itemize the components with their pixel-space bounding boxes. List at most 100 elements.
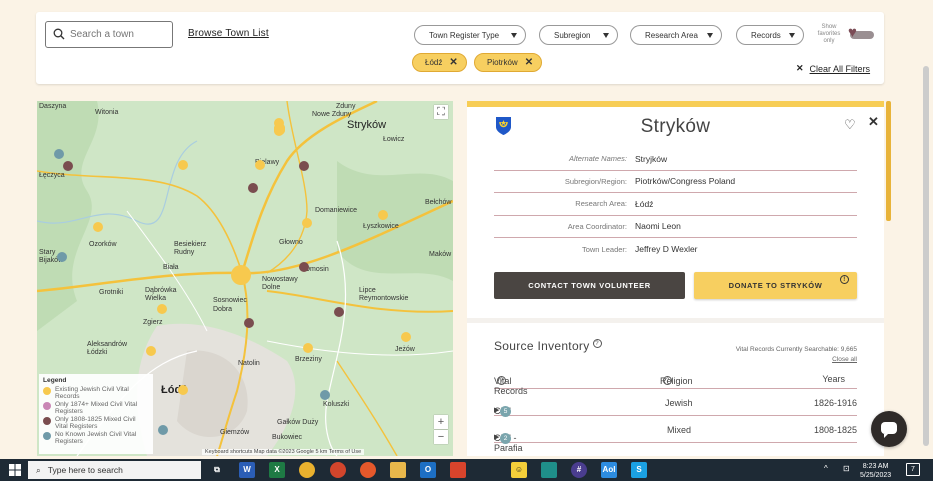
filter-label: Town Register Type [429,30,500,40]
map-town-label: Koluszki [323,401,350,408]
map-marker[interactable] [146,346,156,356]
slack-icon[interactable]: # [571,462,587,478]
chip-label: Łódź [425,58,443,67]
file-explorer-icon[interactable] [390,462,406,478]
fullscreen-button[interactable]: ⛶ [434,105,448,119]
app-icon[interactable] [541,462,557,478]
searchable-count: Vital Records Currently Searchable: 9,66… [735,346,857,353]
notification-icon[interactable]: 7 [906,463,920,476]
map-marker[interactable] [255,160,265,170]
zoom-out-button[interactable]: − [434,430,448,444]
skype-icon[interactable]: S [631,462,647,478]
outlook-icon[interactable]: O [420,462,436,478]
map-marker[interactable] [93,222,103,232]
map-marker[interactable] [54,149,64,159]
info-icon[interactable]: ! [840,275,849,284]
map-marker[interactable] [57,252,67,262]
contact-town-volunteer-button[interactable]: CONTACT TOWN VOLUNTEER [494,272,685,299]
map-marker[interactable] [378,210,388,220]
page-scrollbar[interactable] [923,66,929,446]
info-value: Jeffrey D Wexler [635,244,698,255]
active-filter-chip[interactable]: Łódź ✕ [412,53,467,72]
source-inventory-heading: Source Inventory? [494,339,602,353]
clock-time: 8:23 AM [862,463,889,470]
inventory-row[interactable]: ▶Civil5 Jewish 1826-1916 [494,390,857,417]
taskbar-search[interactable]: ⌕ Type here to search [28,461,201,479]
map-attribution: Keyboard shortcuts Map data ©2023 Google… [202,449,365,455]
chevron-up-icon[interactable]: ^ [824,464,828,473]
favorites-toggle[interactable]: ♥ [848,25,874,40]
map-town-label: Natolin [238,360,260,367]
info-row: Alternate Names: Stryjków [494,148,857,171]
map-marker-selected[interactable] [231,265,251,285]
map-marker[interactable] [299,161,309,171]
task-view-icon[interactable]: ⧉ [209,462,225,478]
favorite-heart-icon[interactable]: ♡ [844,117,856,133]
record-count-badge: 5 [500,406,511,417]
close-icon[interactable]: ✕ [525,57,533,68]
legend-dot [43,432,51,440]
header-years: Years [822,374,845,384]
info-row: Subregion/Region: Piotrków/Congress Polan… [494,171,857,193]
chat-button[interactable] [871,411,907,447]
aol-icon[interactable]: Aol [601,462,617,478]
panel-scrollbar[interactable] [886,101,891,221]
map-marker[interactable] [158,425,168,435]
info-value: Naomi Leon [635,221,681,232]
map-town-label: Nowe Zduny [312,111,352,118]
info-icon[interactable]: ? [663,376,672,385]
zoom-in-button[interactable]: + [434,415,448,429]
app-icon[interactable]: ☺ [511,462,527,478]
map-marker[interactable] [178,160,188,170]
filter-records[interactable]: Records [736,25,804,45]
app-icon[interactable] [330,462,346,478]
taskbar-search-label: Type here to search [47,465,123,475]
map-marker[interactable] [303,343,313,353]
map-marker[interactable] [320,390,330,400]
map-marker[interactable] [248,183,258,193]
clear-all-filters[interactable]: ✕ Clear All Filters [796,63,870,74]
info-icon[interactable]: ? [592,339,602,348]
filter-research-area[interactable]: Research Area [630,25,722,45]
windows-start-icon[interactable] [9,464,21,476]
chrome-icon[interactable] [299,462,315,478]
map-town-label: Aleksandrów Łódzki [87,341,128,356]
map-marker[interactable] [63,161,73,171]
source-inventory-title: Source Inventory [494,339,590,353]
map-marker[interactable] [178,385,188,395]
donate-button[interactable]: DONATE TO STRYKÓW! [694,272,857,299]
map-legend: Legend Existing Jewish Civil Vital Recor… [39,374,153,454]
firefox-icon[interactable] [360,462,376,478]
map-marker[interactable] [334,307,344,317]
app-icon[interactable] [450,462,466,478]
map-view[interactable]: Daszyna Witonia Zduny Nowe Zduny Stryków… [37,101,453,456]
close-icon[interactable]: ✕ [449,57,457,68]
inventory-table-header: Vital Records? Religion? Years [494,372,857,396]
close-all-link[interactable]: Close all [797,356,857,363]
map-marker[interactable] [401,332,411,342]
network-icon[interactable]: ⊡ [843,464,850,473]
search-box[interactable] [45,21,173,48]
legend-item: Existing Jewish Civil Vital Records [43,386,149,400]
word-icon[interactable]: W [239,462,255,478]
filter-subregion[interactable]: Subregion [539,25,618,45]
active-filter-chip[interactable]: Piotrków ✕ [474,53,543,72]
close-panel-icon[interactable]: ✕ [868,114,879,130]
excel-icon[interactable]: X [269,462,285,478]
map-marker[interactable] [302,218,312,228]
search-input[interactable] [70,26,168,43]
clear-all-label: Clear All Filters [809,63,871,74]
info-icon[interactable]: ? [497,376,506,385]
heart-icon: ♥ [848,24,857,41]
filter-town-register-type[interactable]: Town Register Type [414,25,526,45]
inventory-row[interactable]: ▶Civil - Parafia2 Mixed 1808-1825 [494,417,857,453]
taskbar-clock[interactable]: 8:23 AM 5/25/2023 [860,462,891,480]
info-key: Area Coordinator: [567,221,627,231]
map-marker[interactable] [274,124,284,134]
town-detail-panel: Stryków ♡ ✕ Alternate Names: Stryjków Sub… [467,101,884,456]
map-marker[interactable] [157,304,167,314]
browse-town-list-link[interactable]: Browse Town List [188,28,269,39]
info-row: Research Area: Łódź [494,193,857,216]
map-marker[interactable] [299,262,309,272]
map-marker[interactable] [244,318,254,328]
